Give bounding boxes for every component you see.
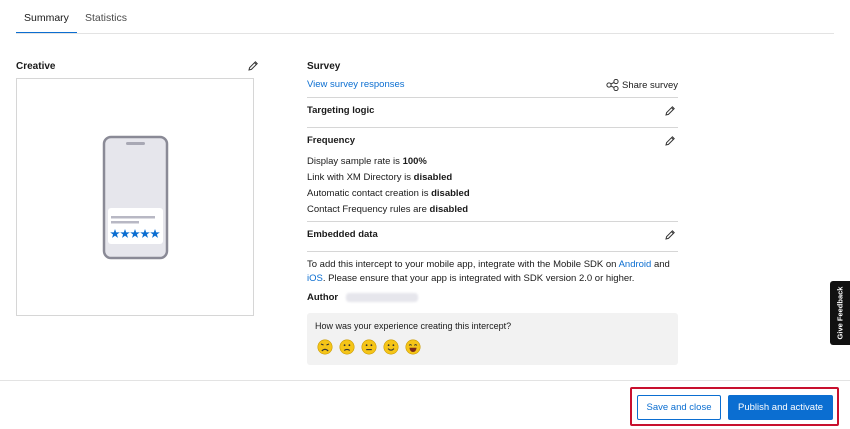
give-feedback-tab[interactable]: Give Feedback (830, 281, 850, 345)
frequency-sample-rate: Display sample rate is 100% (307, 156, 427, 167)
sdk-note: To add this intercept to your mobile app… (307, 259, 670, 284)
author-label: Author (307, 292, 339, 303)
happy-face-icon[interactable] (383, 339, 399, 355)
author-row: Author (307, 292, 419, 303)
survey-title: Survey (307, 61, 341, 72)
tab-bar: Summary Statistics (16, 0, 135, 34)
frequency-contact-rules: Contact Frequency rules are disabled (307, 204, 469, 215)
divider (307, 97, 678, 98)
tab-divider (16, 33, 834, 34)
share-icon (606, 79, 619, 91)
tab-statistics[interactable]: Statistics (77, 0, 135, 34)
android-link[interactable]: Android (619, 259, 652, 270)
targeting-pencil-icon[interactable] (664, 105, 676, 117)
feedback-question: How was your experience creating this in… (315, 321, 512, 331)
publish-and-activate-button[interactable]: Publish and activate (728, 395, 833, 420)
very-happy-face-icon[interactable] (405, 339, 421, 355)
very-unhappy-face-icon[interactable] (317, 339, 333, 355)
unhappy-face-icon[interactable] (339, 339, 355, 355)
emoji-rating (317, 339, 421, 355)
embedded-data-title: Embedded data (307, 229, 378, 240)
author-name-redacted (346, 293, 419, 302)
neutral-face-icon[interactable] (361, 339, 377, 355)
targeting-logic-title: Targeting logic (307, 105, 375, 116)
divider (307, 127, 678, 128)
embedded-pencil-icon[interactable] (664, 229, 676, 241)
creative-pencil-icon[interactable] (247, 60, 259, 72)
ios-link[interactable]: iOS (307, 273, 323, 284)
give-feedback-label: Give Feedback (835, 286, 845, 340)
save-and-close-button[interactable]: Save and close (637, 395, 721, 420)
divider (307, 221, 678, 222)
phone-illustration-icon (102, 135, 169, 260)
share-survey-button[interactable]: Share survey (606, 79, 678, 91)
tab-summary[interactable]: Summary (16, 0, 77, 34)
frequency-contact-creation: Automatic contact creation is disabled (307, 188, 470, 199)
frequency-xm-directory: Link with XM Directory is disabled (307, 172, 453, 183)
footer-divider (0, 380, 850, 381)
view-survey-responses-link[interactable]: View survey responses (307, 79, 405, 90)
frequency-pencil-icon[interactable] (664, 135, 676, 147)
creative-title: Creative (16, 61, 56, 72)
divider (307, 251, 678, 252)
share-survey-label: Share survey (622, 79, 678, 91)
experience-feedback: How was your experience creating this in… (307, 313, 678, 365)
creative-preview (16, 78, 254, 316)
frequency-title: Frequency (307, 135, 356, 146)
